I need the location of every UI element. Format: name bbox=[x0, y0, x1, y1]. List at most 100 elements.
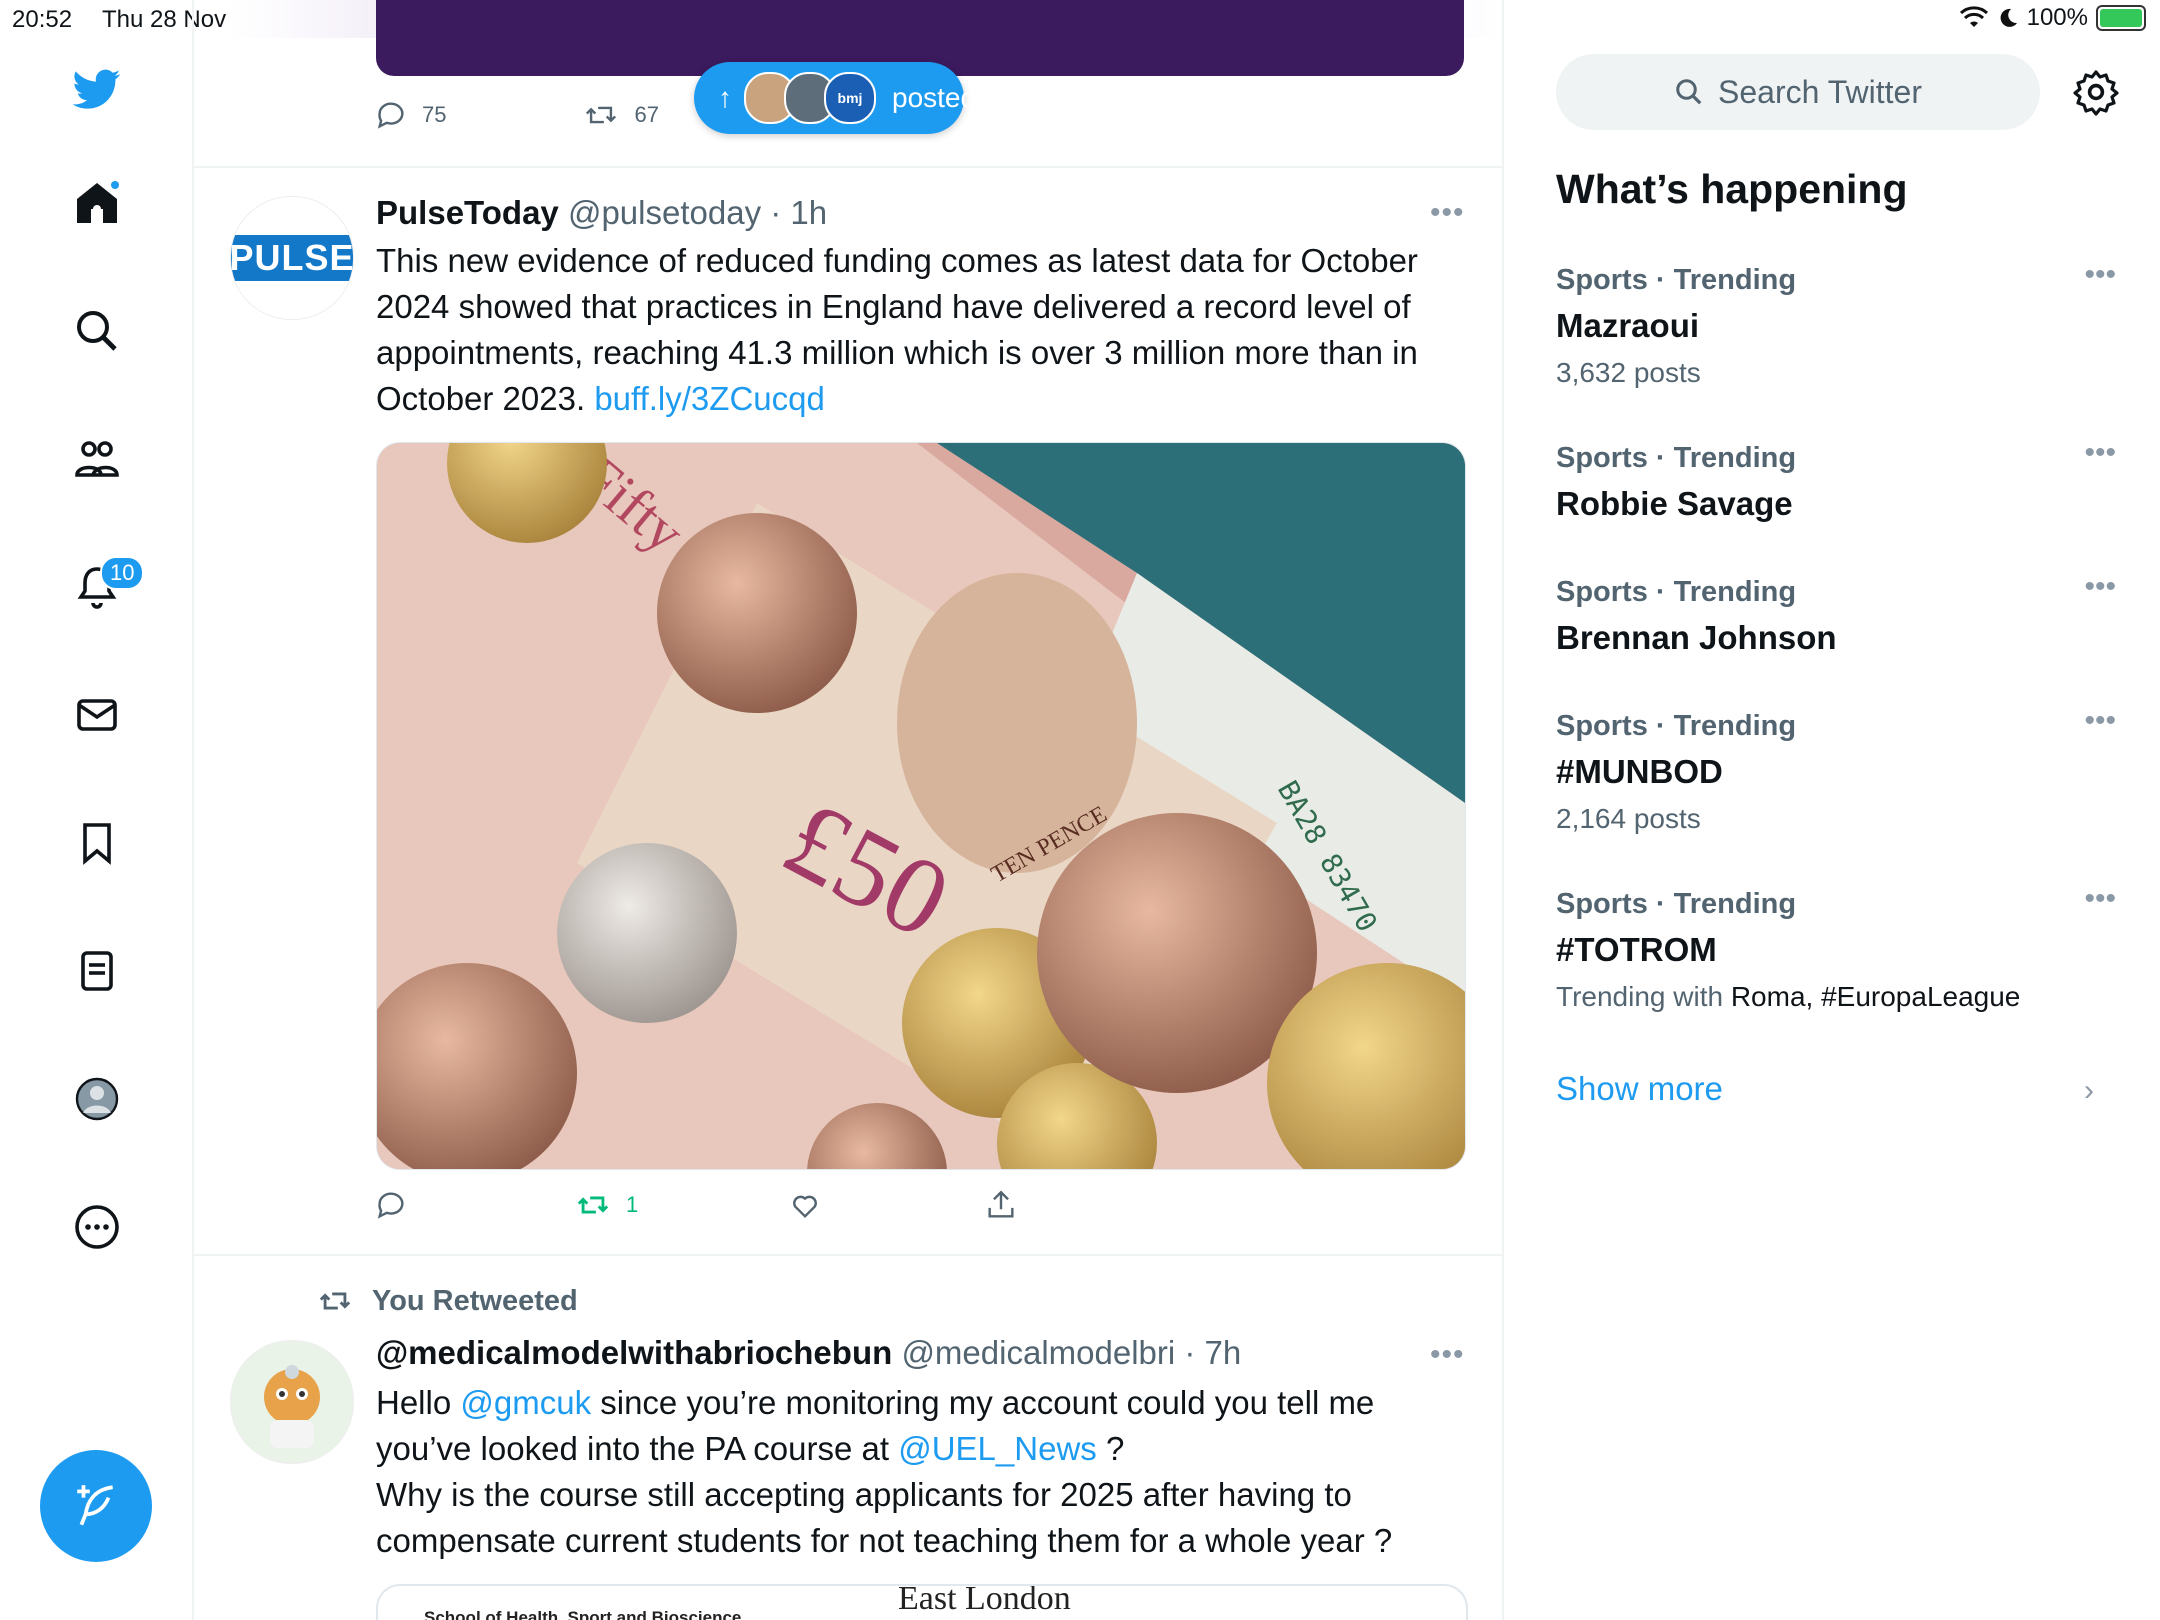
avatar: bmj bbox=[824, 72, 876, 124]
share-icon bbox=[988, 1190, 1014, 1218]
pill-avatars: bmj bbox=[744, 72, 876, 124]
trend-item[interactable]: Sports · Trending Mazraoui 3,632 posts •… bbox=[1556, 258, 2116, 389]
retweet-context: You Retweeted bbox=[316, 1284, 578, 1318]
tweet-header: PulseToday @pulsetoday · 1h bbox=[376, 194, 827, 232]
author-handle[interactable]: @pulsetoday bbox=[568, 194, 761, 231]
previous-tweet-actions: 75 67 bbox=[374, 98, 659, 132]
author-name[interactable]: @medicalmodelwithabriochebun bbox=[376, 1334, 892, 1371]
arrow-up-icon: ↑ bbox=[718, 82, 732, 113]
tweet-text: This new evidence of reduced funding com… bbox=[376, 238, 1466, 422]
search-box[interactable]: Search Twitter bbox=[1556, 54, 2040, 130]
feather-plus-icon bbox=[77, 1485, 113, 1526]
trend-more-icon[interactable]: ••• bbox=[2084, 704, 2116, 738]
compose-tweet-button[interactable] bbox=[40, 1450, 152, 1562]
search-icon bbox=[1676, 79, 1702, 105]
profile-icon bbox=[75, 1077, 119, 1121]
card-left-text: School of Health, Sport and Bioscience bbox=[424, 1608, 742, 1620]
bookmarks-icon[interactable] bbox=[62, 808, 132, 878]
magnifier-icon bbox=[77, 311, 117, 351]
trend-context: Trending with Roma, #EuropaLeague bbox=[1556, 981, 2116, 1013]
tweet-more-icon[interactable]: ••• bbox=[1430, 1338, 1465, 1372]
trend-title: #MUNBOD bbox=[1556, 753, 1723, 790]
battery-icon bbox=[2096, 5, 2146, 31]
trend-title: Mazraoui bbox=[1556, 307, 1700, 344]
tweet-actions: 1 bbox=[374, 1188, 1018, 1222]
tweet-time[interactable]: · 7h bbox=[1184, 1334, 1241, 1371]
trend-more-icon[interactable]: ••• bbox=[2084, 570, 2116, 604]
mention-link[interactable]: @gmcuk bbox=[460, 1384, 591, 1421]
house-icon bbox=[77, 181, 119, 223]
notifications-badge: 10 bbox=[100, 556, 145, 590]
trend-title: #TOTROM bbox=[1556, 931, 1717, 968]
money-photo: Fifty Pounds £50 BA28 83470 TEN PENCE bbox=[377, 443, 1465, 1169]
home-icon[interactable] bbox=[62, 168, 132, 238]
tweet-header: @medicalmodelwithabriochebun @medicalmod… bbox=[376, 1334, 1241, 1372]
tweet-link[interactable]: buff.ly/3ZCucqd bbox=[594, 380, 825, 417]
explore-search-icon[interactable] bbox=[62, 296, 132, 366]
like-button[interactable] bbox=[788, 1188, 822, 1222]
trend-more-icon[interactable]: ••• bbox=[2084, 258, 2116, 292]
avatar[interactable] bbox=[230, 1340, 354, 1464]
trend-item[interactable]: Sports · Trending #TOTROM Trending with … bbox=[1556, 882, 2116, 1013]
trend-title: Brennan Johnson bbox=[1556, 619, 1837, 656]
twitter-logo-icon[interactable] bbox=[62, 54, 132, 124]
trend-item[interactable]: Sports · Trending #MUNBOD 2,164 posts ••… bbox=[1556, 704, 2116, 835]
trend-more-icon[interactable]: ••• bbox=[2084, 436, 2116, 470]
messages-icon[interactable] bbox=[62, 680, 132, 750]
show-more-link[interactable]: Show more bbox=[1556, 1070, 1723, 1108]
reply-button[interactable]: 75 bbox=[374, 98, 446, 132]
author-handle[interactable]: @medicalmodelbri bbox=[901, 1334, 1175, 1371]
trend-more-icon[interactable]: ••• bbox=[2084, 882, 2116, 916]
ellipsis-circle-icon bbox=[75, 1205, 119, 1249]
retweet-count: 67 bbox=[634, 102, 659, 127]
trend-item[interactable]: Sports · Trending Robbie Savage ••• bbox=[1556, 436, 2116, 523]
retweet-icon bbox=[577, 1196, 609, 1214]
moon-icon bbox=[2000, 8, 2017, 27]
heart-icon bbox=[793, 1195, 818, 1219]
divider bbox=[192, 166, 1502, 168]
trend-meta: Sports · Trending bbox=[1556, 442, 1797, 474]
new-posts-pill[interactable]: ↑ bmj posted bbox=[694, 62, 976, 134]
lists-icon[interactable] bbox=[62, 936, 132, 1006]
retweet-button[interactable]: 1 bbox=[574, 1188, 638, 1222]
divider bbox=[192, 1254, 1502, 1256]
reply-icon bbox=[377, 1192, 404, 1219]
tweet-more-icon[interactable]: ••• bbox=[1430, 196, 1465, 230]
tweet-time[interactable]: · 1h bbox=[770, 194, 827, 231]
communities-icon[interactable] bbox=[62, 424, 132, 494]
card-right-text: East London bbox=[898, 1584, 1071, 1617]
tweet-body: ? bbox=[1096, 1430, 1125, 1467]
retweet-count: 1 bbox=[626, 1192, 639, 1217]
tweet-body: Hello bbox=[376, 1384, 461, 1421]
reply-count: 75 bbox=[422, 102, 447, 127]
trend-meta: Sports · Trending bbox=[1556, 888, 1797, 920]
tweet-image[interactable]: Fifty Pounds £50 BA28 83470 TEN PENCE bbox=[376, 442, 1466, 1170]
trend-meta: Sports · Trending bbox=[1556, 710, 1797, 742]
trend-context-items: Roma, #EuropaLeague bbox=[1730, 981, 2021, 1012]
mention-link[interactable]: @UEL_News bbox=[898, 1430, 1097, 1467]
profile-avatar-icon[interactable] bbox=[62, 1064, 132, 1134]
pulse-logo-text: PULSE bbox=[231, 235, 353, 281]
trend-title: Robbie Savage bbox=[1556, 485, 1793, 522]
bird-icon bbox=[73, 69, 121, 109]
trend-context-prefix: Trending with bbox=[1556, 981, 1731, 1012]
more-options-icon[interactable] bbox=[62, 1192, 132, 1262]
chevron-right-icon: › bbox=[2084, 1074, 2094, 1107]
share-button[interactable] bbox=[984, 1188, 1018, 1222]
retweet-button[interactable]: 67 bbox=[582, 98, 659, 132]
people-icon bbox=[75, 441, 119, 477]
settings-gear-icon[interactable] bbox=[2072, 68, 2120, 116]
timeline: 75 67 ↑ bmj posted PULSE PulseToday @pul… bbox=[192, 0, 1504, 1620]
tweet-text: Hello @gmcuk since you’re monitoring my … bbox=[376, 1380, 1466, 1564]
author-name[interactable]: PulseToday bbox=[376, 194, 559, 231]
tweet-media-card[interactable]: School of Health, Sport and Bioscience E… bbox=[376, 1584, 1468, 1620]
reply-icon bbox=[377, 102, 404, 129]
trend-meta: Sports · Trending bbox=[1556, 576, 1797, 608]
trend-post-count: 2,164 posts bbox=[1556, 803, 1701, 834]
envelope-icon bbox=[77, 699, 117, 731]
tweet-body: This new evidence of reduced funding com… bbox=[376, 242, 1418, 417]
reply-button[interactable] bbox=[374, 1188, 408, 1222]
avatar[interactable]: PULSE bbox=[230, 196, 354, 320]
search-placeholder: Search Twitter bbox=[1718, 73, 1922, 110]
trend-item[interactable]: Sports · Trending Brennan Johnson ••• bbox=[1556, 570, 2116, 657]
